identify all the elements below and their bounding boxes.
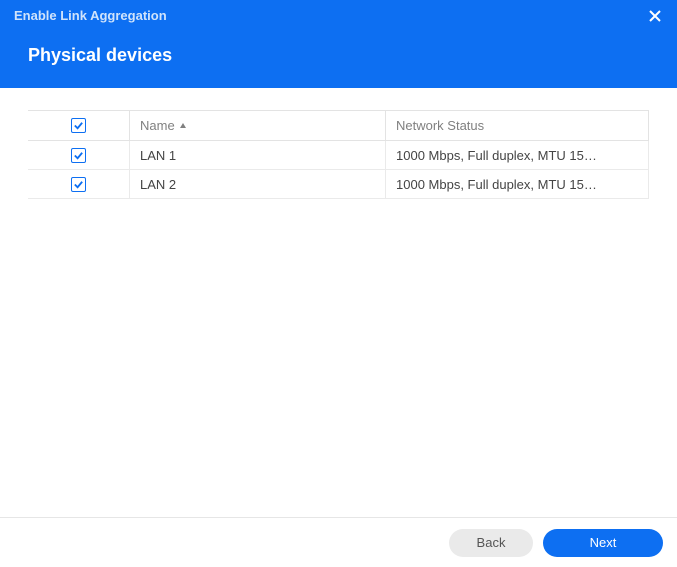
content-area: Name Network Status LAN 1 1000 Mbps, Ful…	[0, 88, 677, 199]
check-icon	[73, 150, 84, 161]
sort-asc-icon	[179, 122, 187, 130]
table-row[interactable]: LAN 1 1000 Mbps, Full duplex, MTU 15…	[28, 141, 649, 170]
table-header-row: Name Network Status	[28, 111, 649, 141]
device-status: 1000 Mbps, Full duplex, MTU 15…	[396, 148, 597, 163]
page-title: Physical devices	[28, 45, 663, 66]
select-all-cell	[28, 111, 130, 140]
row-name-cell: LAN 1	[130, 141, 386, 169]
column-label: Name	[140, 118, 175, 133]
check-icon	[73, 179, 84, 190]
select-all-checkbox[interactable]	[71, 118, 86, 133]
breadcrumb: Enable Link Aggregation	[14, 8, 663, 23]
table-row[interactable]: LAN 2 1000 Mbps, Full duplex, MTU 15…	[28, 170, 649, 199]
row-check-cell	[28, 170, 130, 198]
device-status: 1000 Mbps, Full duplex, MTU 15…	[396, 177, 597, 192]
row-status-cell: 1000 Mbps, Full duplex, MTU 15…	[386, 170, 649, 198]
row-name-cell: LAN 2	[130, 170, 386, 198]
column-header-name[interactable]: Name	[130, 111, 386, 140]
close-button[interactable]	[645, 6, 665, 26]
column-label: Network Status	[396, 118, 484, 133]
column-header-status[interactable]: Network Status	[386, 111, 649, 140]
row-status-cell: 1000 Mbps, Full duplex, MTU 15…	[386, 141, 649, 169]
device-name: LAN 1	[140, 148, 176, 163]
back-button[interactable]: Back	[449, 529, 533, 557]
next-button[interactable]: Next	[543, 529, 663, 557]
dialog-header: Enable Link Aggregation Physical devices	[0, 0, 677, 88]
row-check-cell	[28, 141, 130, 169]
close-icon	[649, 10, 661, 22]
row-checkbox[interactable]	[71, 177, 86, 192]
check-icon	[73, 120, 84, 131]
devices-table: Name Network Status LAN 1 1000 Mbps, Ful…	[28, 110, 649, 199]
device-name: LAN 2	[140, 177, 176, 192]
row-checkbox[interactable]	[71, 148, 86, 163]
dialog-footer: Back Next	[0, 517, 677, 567]
